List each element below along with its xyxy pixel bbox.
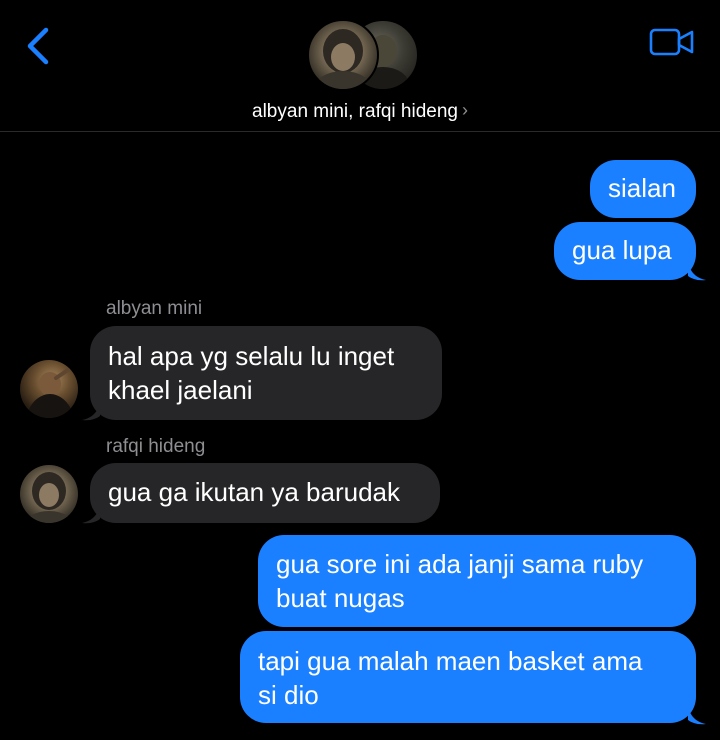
message-text: sialan: [608, 173, 676, 203]
message-bubble-incoming[interactable]: hal apa yg selalu lu inget khael jaelani: [90, 326, 442, 420]
message-line: tapi gua malah maen basket ama: [258, 646, 643, 676]
message-bubble-outgoing[interactable]: gua sore ini ada janji sama ruby buat nu…: [258, 535, 696, 627]
message-bubble-outgoing[interactable]: tapi gua malah maen basket ama si dio: [240, 631, 696, 723]
sender-label: albyan mini: [106, 298, 203, 319]
video-call-button[interactable]: [648, 26, 696, 58]
bubble-tail: [82, 402, 100, 421]
message-line: buat nugas: [276, 583, 405, 613]
sender-label: rafqi hideng: [106, 436, 206, 457]
bubble-tail: [688, 262, 706, 281]
message-text: gua ga ikutan ya barudak: [108, 477, 400, 507]
chevron-left-icon: [27, 27, 49, 65]
bubble-tail: [688, 706, 706, 725]
message-bubble-incoming[interactable]: gua ga ikutan ya barudak: [90, 463, 440, 523]
back-button[interactable]: [20, 24, 60, 68]
message-line: hal apa yg selalu lu inget: [108, 341, 395, 371]
message-line: si dio: [258, 680, 319, 710]
video-camera-icon: [649, 28, 694, 56]
avatar[interactable]: [20, 465, 78, 523]
chevron-right-icon: ›: [461, 100, 468, 120]
message-bubble-outgoing[interactable]: sialan: [590, 160, 696, 218]
group-avatar-stack[interactable]: [305, 19, 419, 91]
bubble-tail: [82, 505, 100, 524]
message-text: gua lupa: [572, 235, 672, 265]
conversation-header: albyan mini, rafqi hideng ›: [0, 0, 720, 132]
group-name: albyan mini, rafqi hideng: [252, 101, 458, 122]
avatar[interactable]: [20, 360, 78, 418]
message-line: gua sore ini ada janji sama ruby: [276, 549, 644, 579]
avatar-albyan: [307, 19, 379, 91]
message-bubble-outgoing[interactable]: gua lupa: [554, 222, 696, 280]
group-name-button[interactable]: albyan mini, rafqi hideng ›: [0, 100, 720, 123]
message-line: khael jaelani: [108, 375, 253, 405]
